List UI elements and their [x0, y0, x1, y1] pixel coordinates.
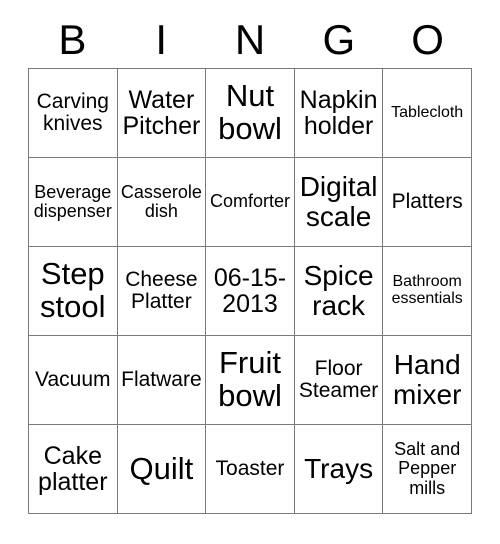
bingo-cell-label: Water Pitcher — [122, 85, 201, 140]
bingo-cell-b4[interactable]: Vacuum — [29, 336, 118, 425]
bingo-cell-n2[interactable]: Comforter — [206, 158, 295, 247]
bingo-cell-g5[interactable]: Trays — [294, 425, 384, 514]
bingo-cell-label: Nut bowl — [218, 78, 282, 146]
bingo-cell-b3[interactable]: Step stool — [29, 247, 118, 336]
bingo-cell-label: Floor Steamer — [298, 356, 379, 402]
bingo-cell-i1[interactable]: Water Pitcher — [117, 69, 207, 158]
bingo-header-letter-n: N — [234, 16, 266, 63]
bingo-header-letter-o: O — [411, 16, 444, 63]
bingo-cell-n3[interactable]: 06-15- 2013 — [206, 247, 295, 336]
bingo-cell-label: Quilt — [129, 450, 194, 486]
bingo-cell-b1[interactable]: Carving knives — [29, 69, 118, 158]
bingo-cell-label: Casserole dish — [120, 181, 202, 221]
bingo-cell-i5[interactable]: Quilt — [117, 425, 207, 514]
bingo-cell-label: Toaster — [215, 456, 285, 480]
bingo-header-letter-i: I — [155, 16, 168, 63]
bingo-header-letter-b: B — [58, 16, 87, 63]
bingo-cell-label: Trays — [304, 453, 374, 485]
bingo-card: B I N G O Carving knives Water Pitcher Nut bow… — [0, 0, 500, 544]
bingo-cell-label: Flatware — [121, 367, 202, 391]
bingo-cell-label: Beverage dispenser — [33, 181, 112, 221]
bingo-cell-label: Fruit bowl — [218, 345, 282, 413]
bingo-cell-label: 06-15- 2013 — [213, 263, 287, 318]
bingo-cell-label: Tablecloth — [391, 103, 464, 121]
bingo-cell-label: Bathroom essentials — [391, 273, 463, 307]
bingo-cell-n4[interactable]: Fruit bowl — [206, 336, 295, 425]
bingo-cell-label: Comforter — [209, 191, 290, 212]
bingo-cell-b5[interactable]: Cake platter — [29, 425, 118, 514]
bingo-cell-label: Salt and Pepper mills — [394, 439, 461, 498]
bingo-cell-label: Carving knives — [36, 89, 109, 135]
bingo-cell-label: Napkin holder — [299, 85, 378, 140]
bingo-cell-n5[interactable]: Toaster — [206, 425, 295, 514]
bingo-cell-label: Cheese Platter — [125, 267, 198, 313]
bingo-cell-o4[interactable]: Hand mixer — [383, 336, 472, 425]
bingo-cell-label: Step stool — [40, 256, 106, 324]
bingo-cell-i4[interactable]: Flatware — [117, 336, 207, 425]
bingo-header-letter-g: G — [322, 16, 356, 63]
bingo-cell-label: Cake platter — [38, 441, 108, 496]
bingo-cell-g2[interactable]: Digital scale — [294, 158, 384, 247]
bingo-cell-b2[interactable]: Beverage dispenser — [29, 158, 118, 247]
bingo-cell-g4[interactable]: Floor Steamer — [294, 336, 384, 425]
bingo-cell-o3[interactable]: Bathroom essentials — [383, 247, 472, 336]
bingo-header-row: BINGO — [28, 12, 472, 68]
bingo-cell-label: Platters — [391, 189, 463, 213]
bingo-cell-label: Vacuum — [35, 367, 111, 391]
bingo-cell-o2[interactable]: Platters — [383, 158, 472, 247]
bingo-cell-label: Spice rack — [303, 260, 374, 321]
bingo-cell-i3[interactable]: Cheese Platter — [117, 247, 207, 336]
bingo-cell-g1[interactable]: Napkin holder — [294, 69, 384, 158]
bingo-grid: Carving knives Water Pitcher Nut bowl Napki… — [28, 68, 472, 514]
bingo-cell-n1[interactable]: Nut bowl — [206, 69, 295, 158]
bingo-cell-label: Hand mixer — [392, 349, 462, 410]
bingo-cell-o5[interactable]: Salt and Pepper mills — [383, 425, 472, 514]
bingo-cell-g3[interactable]: Spice rack — [294, 247, 384, 336]
bingo-cell-i2[interactable]: Casserole dish — [117, 158, 207, 247]
bingo-cell-label: Digital scale — [299, 171, 378, 232]
bingo-cell-o1[interactable]: Tablecloth — [383, 69, 472, 158]
